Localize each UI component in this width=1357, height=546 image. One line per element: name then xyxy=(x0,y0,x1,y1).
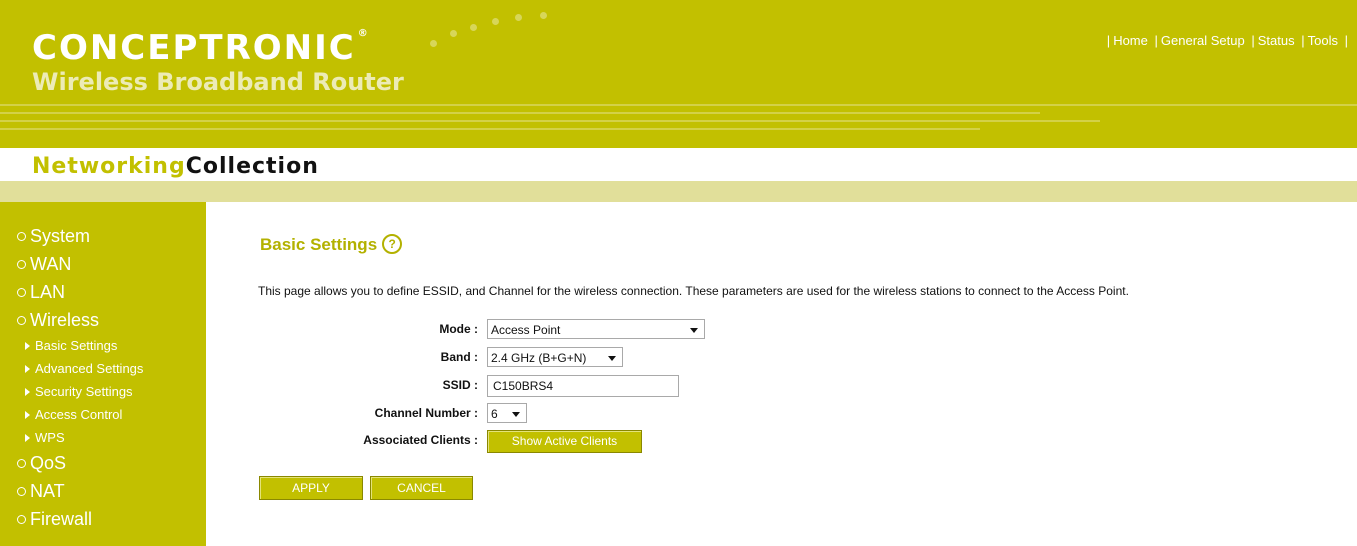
circle-bullet-icon xyxy=(17,259,26,269)
sidebar-item-wan[interactable]: WAN xyxy=(17,250,143,278)
circle-bullet-icon xyxy=(17,315,26,325)
cancel-button[interactable]: CANCEL xyxy=(370,476,473,500)
header-banner: CONCEPTRONIC ® Wireless Broadband Router … xyxy=(0,0,1357,148)
banner-dot xyxy=(540,12,547,19)
channel-select[interactable]: 6 xyxy=(487,403,527,423)
show-active-clients-button[interactable]: Show Active Clients xyxy=(487,430,642,453)
banner-stripe xyxy=(0,104,1357,106)
banner-dot xyxy=(515,14,522,21)
banner-stripe xyxy=(0,120,1100,122)
collection-part1: Networking xyxy=(32,154,186,179)
channel-label: Channel Number : xyxy=(374,406,478,420)
triangle-right-icon xyxy=(25,341,30,350)
divider-bar xyxy=(0,181,1357,202)
triangle-right-icon xyxy=(25,410,30,419)
band-row: Band : 2.4 GHz (B+G+N) xyxy=(258,347,958,369)
chevron-down-icon xyxy=(690,328,698,333)
sidebar-item-label: QoS xyxy=(30,453,67,473)
circle-bullet-icon xyxy=(17,486,26,496)
help-icon[interactable]: ? xyxy=(382,233,403,254)
clients-row: Associated Clients : Show Active Clients xyxy=(258,430,958,453)
band-select-value: 2.4 GHz (B+G+N) xyxy=(491,351,587,365)
sidebar-item-system[interactable]: System xyxy=(17,222,143,250)
triangle-right-icon xyxy=(25,364,30,373)
collection-bar: NetworkingCollection xyxy=(0,148,1357,181)
sidebar-menu: System WAN LAN Wireless Basic Settings A… xyxy=(17,222,143,533)
sidebar-item-nat[interactable]: NAT xyxy=(17,477,143,505)
top-navigation: | Home | General Setup | Status | Tools | xyxy=(1106,33,1348,48)
registered-mark: ® xyxy=(357,28,370,39)
page-title: Basic Settings? xyxy=(260,233,403,256)
brand-logo-text: CONCEPTRONIC xyxy=(32,28,356,68)
band-label: Band : xyxy=(440,350,478,364)
sidebar-item-firewall[interactable]: Firewall xyxy=(17,505,143,533)
sidebar-item-label: WAN xyxy=(30,254,72,274)
chevron-down-icon xyxy=(512,412,520,417)
triangle-right-icon xyxy=(25,387,30,396)
ssid-input[interactable]: C150BRS4 xyxy=(487,375,679,397)
sidebar-item-label: Firewall xyxy=(30,509,93,529)
sidebar-subitem-security-settings[interactable]: Security Settings xyxy=(17,380,143,403)
nav-tools-link[interactable]: Tools xyxy=(1308,33,1338,48)
mode-select[interactable]: Access Point xyxy=(487,319,705,339)
nav-home-link[interactable]: Home xyxy=(1113,33,1148,48)
sidebar-subitem-label: Access Control xyxy=(35,407,123,422)
sidebar-item-label: Wireless xyxy=(30,310,100,330)
sidebar-subitem-wps[interactable]: WPS xyxy=(17,426,143,449)
sidebar: System WAN LAN Wireless Basic Settings A… xyxy=(0,202,206,546)
mode-label: Mode : xyxy=(439,322,478,336)
sidebar-item-lan[interactable]: LAN xyxy=(17,278,143,306)
apply-button[interactable]: APPLY xyxy=(259,476,363,500)
page-description: This page allows you to define ESSID, an… xyxy=(258,284,1129,298)
banner-dot xyxy=(430,40,437,47)
circle-bullet-icon xyxy=(17,231,26,241)
circle-bullet-icon xyxy=(17,287,26,297)
mode-select-value: Access Point xyxy=(491,323,561,337)
banner-dot xyxy=(492,18,499,25)
nav-general-setup-link[interactable]: General Setup xyxy=(1161,33,1245,48)
banner-stripe xyxy=(0,112,1040,114)
banner-stripe xyxy=(0,128,980,130)
banner-dot xyxy=(450,30,457,37)
product-subtitle: Wireless Broadband Router xyxy=(32,68,404,96)
sidebar-subitem-access-control[interactable]: Access Control xyxy=(17,403,143,426)
collection-part2: Collection xyxy=(185,154,319,179)
sidebar-item-label: System xyxy=(30,226,91,246)
sidebar-item-wireless[interactable]: Wireless xyxy=(17,306,143,334)
sidebar-subitem-label: Basic Settings xyxy=(35,338,118,353)
collection-logo: NetworkingCollection xyxy=(32,154,319,179)
mode-row: Mode : Access Point xyxy=(258,319,958,341)
brand-logo: CONCEPTRONIC ® xyxy=(32,28,370,68)
sidebar-subitem-label: Security Settings xyxy=(35,384,133,399)
circle-bullet-icon xyxy=(17,458,26,468)
circle-bullet-icon xyxy=(17,514,26,524)
channel-select-value: 6 xyxy=(491,407,498,421)
sidebar-subitem-basic-settings[interactable]: Basic Settings xyxy=(17,334,143,357)
sidebar-subitem-label: Advanced Settings xyxy=(35,361,144,376)
clients-label: Associated Clients : xyxy=(363,433,478,447)
sidebar-subitem-advanced-settings[interactable]: Advanced Settings xyxy=(17,357,143,380)
channel-row: Channel Number : 6 xyxy=(258,403,958,425)
sidebar-item-label: LAN xyxy=(30,282,66,302)
band-select[interactable]: 2.4 GHz (B+G+N) xyxy=(487,347,623,367)
ssid-row: SSID : C150BRS4 xyxy=(258,375,958,397)
ssid-label: SSID : xyxy=(442,378,478,392)
sidebar-item-qos[interactable]: QoS xyxy=(17,449,143,477)
triangle-right-icon xyxy=(25,433,30,442)
sidebar-subitem-label: WPS xyxy=(35,430,65,445)
chevron-down-icon xyxy=(608,356,616,361)
banner-dot xyxy=(470,24,477,31)
sidebar-item-label: NAT xyxy=(30,481,65,501)
nav-status-link[interactable]: Status xyxy=(1258,33,1295,48)
page-title-text: Basic Settings xyxy=(260,235,378,254)
